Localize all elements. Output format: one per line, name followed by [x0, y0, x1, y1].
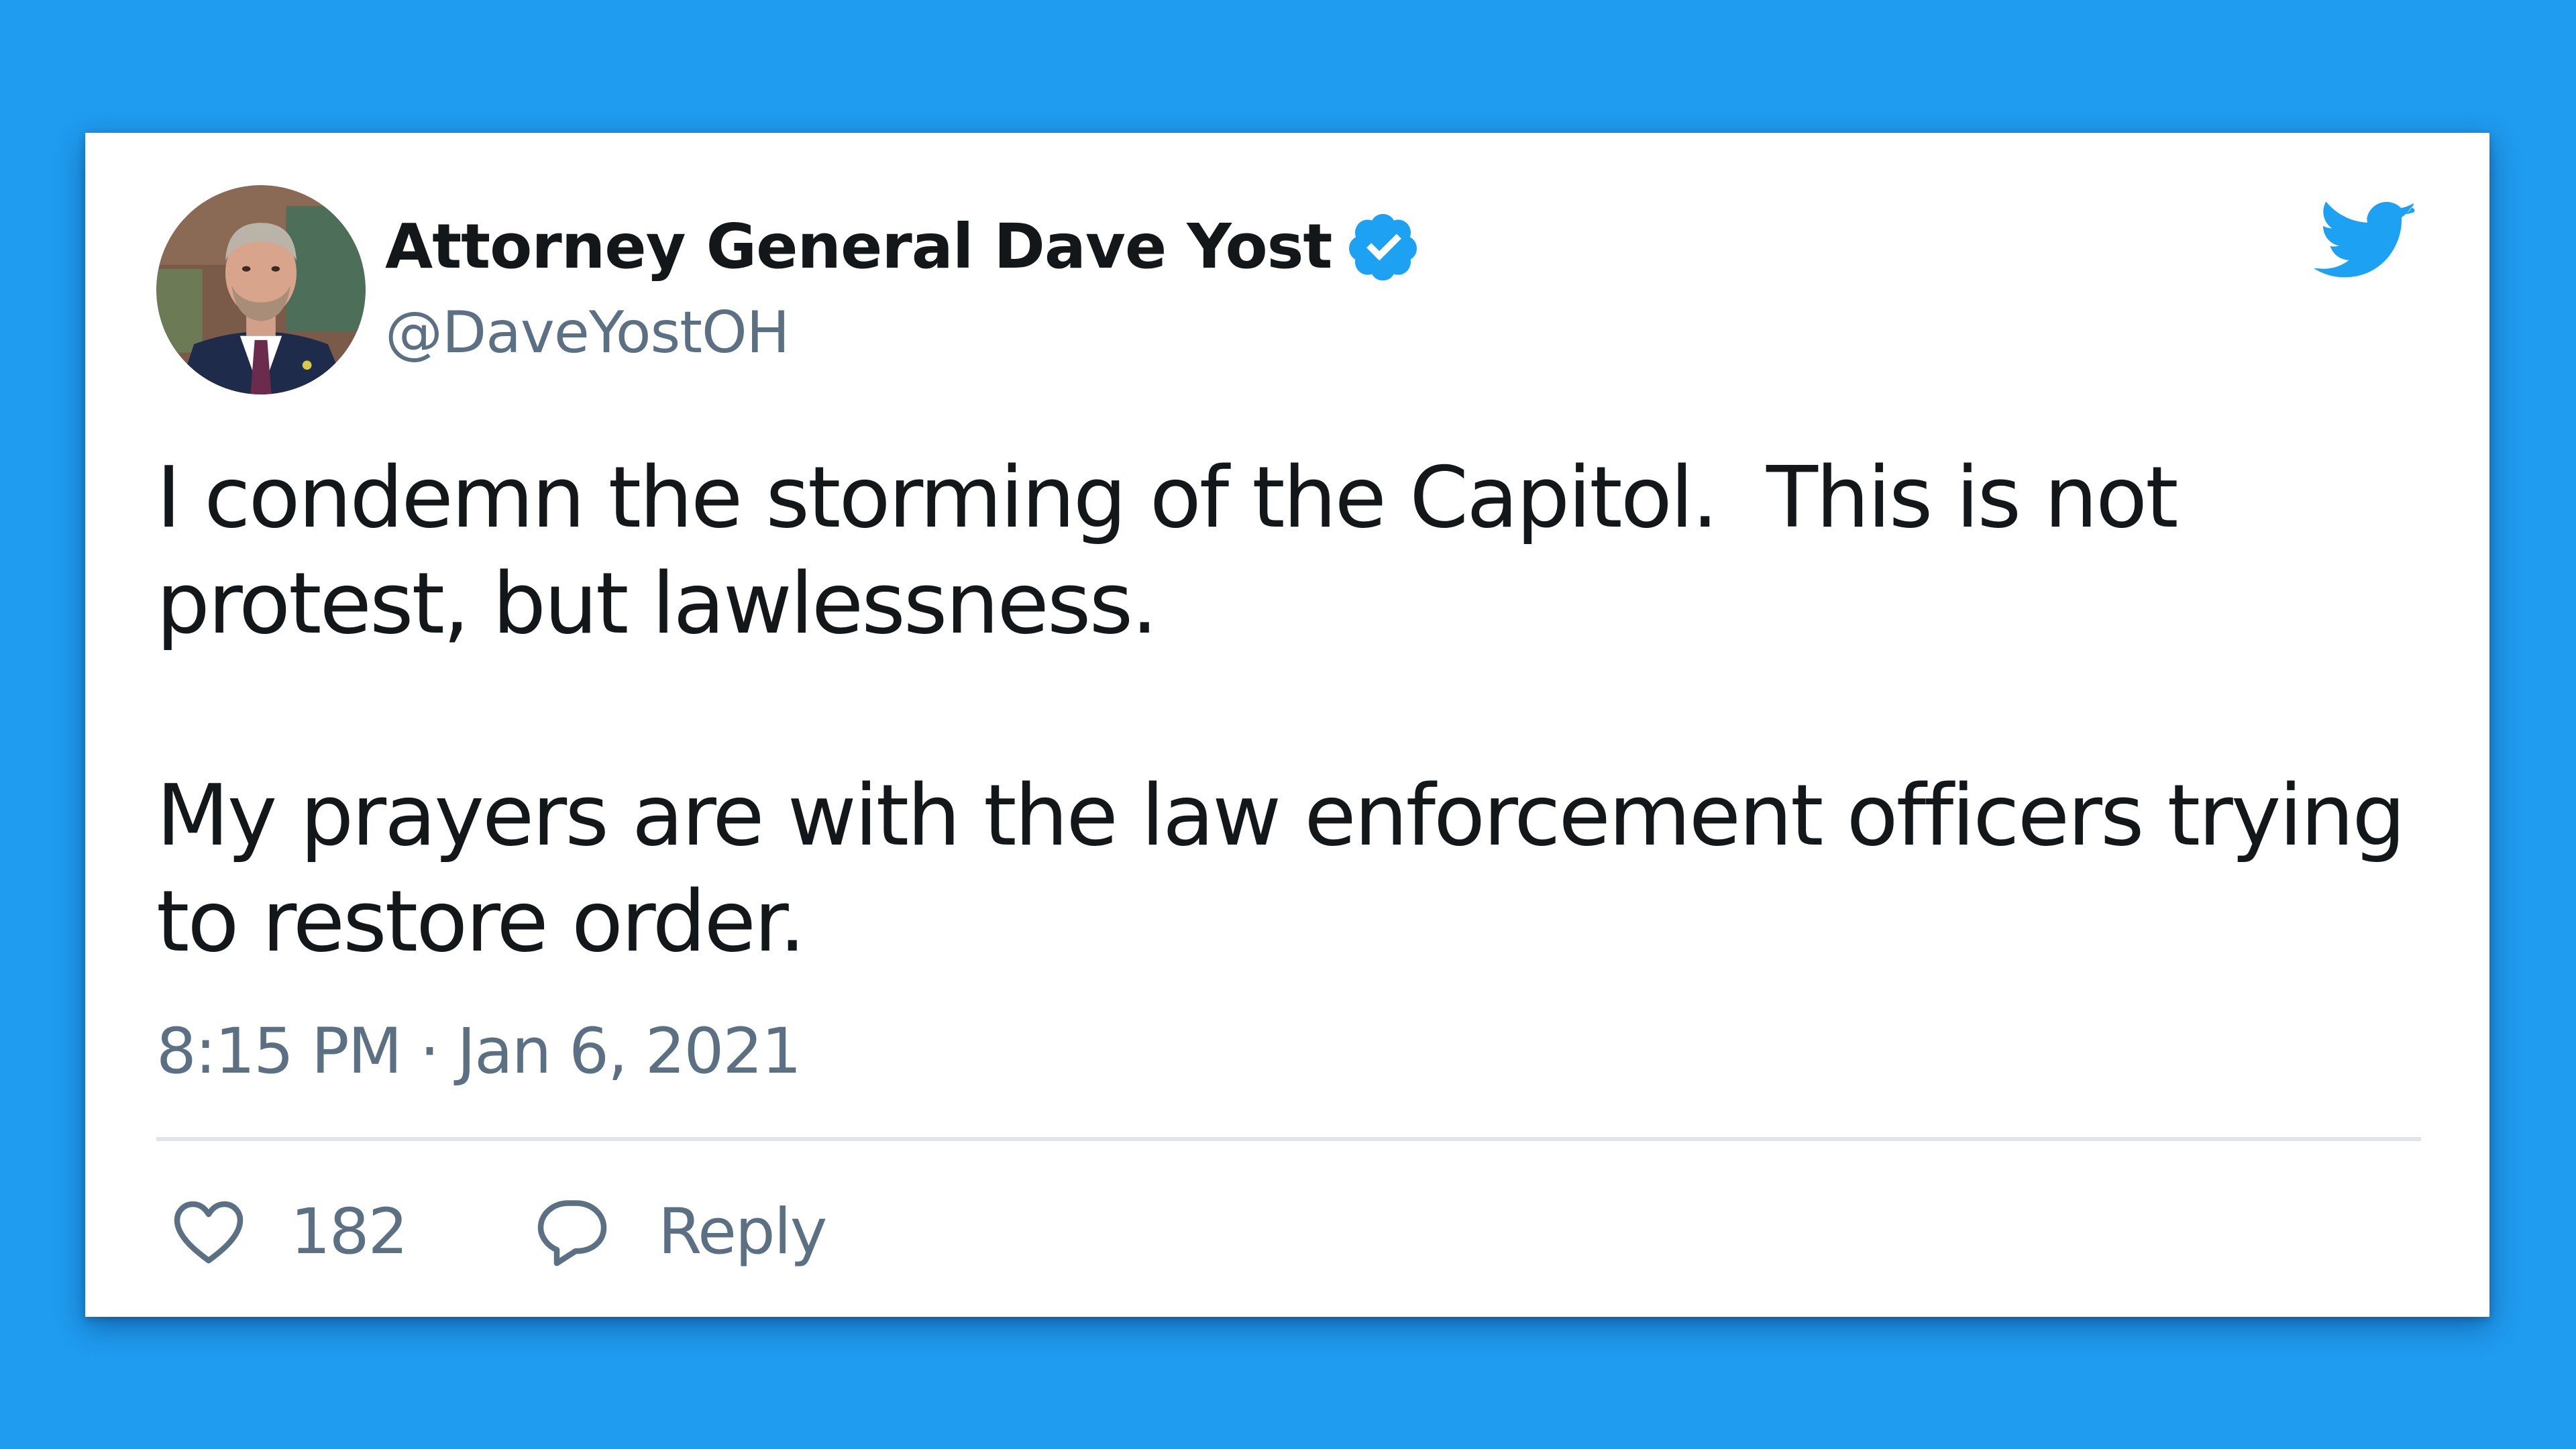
speech-bubble-icon — [532, 1191, 612, 1272]
tweet-paragraph: My prayers are with the law enforcement … — [156, 766, 2406, 971]
avatar-photo — [156, 185, 366, 394]
tweet-timestamp[interactable]: 8:15 PM · Jan 6, 2021 — [156, 1012, 802, 1092]
display-name[interactable]: Attorney General Dave Yost — [385, 203, 1421, 290]
divider — [156, 1137, 2421, 1141]
reply-button[interactable]: Reply — [532, 1185, 827, 1279]
tweet-paragraph: I condemn the storming of the Capitol. T… — [156, 448, 2179, 653]
display-name-text: Attorney General Dave Yost — [385, 211, 1332, 282]
like-button[interactable]: 182 — [168, 1185, 408, 1279]
twitter-bird-icon[interactable] — [2314, 198, 2414, 281]
user-handle[interactable]: @DaveYostOH — [385, 296, 790, 370]
like-count: 182 — [290, 1195, 408, 1269]
heart-icon — [168, 1191, 249, 1272]
tweet-card: Attorney General Dave Yost @DaveYostOH I… — [85, 133, 2489, 1317]
reply-label: Reply — [658, 1195, 827, 1269]
avatar[interactable] — [156, 185, 366, 394]
tweet-text: I condemn the storming of the Capitol. T… — [156, 445, 2451, 975]
verified-badge-icon — [1346, 209, 1421, 284]
